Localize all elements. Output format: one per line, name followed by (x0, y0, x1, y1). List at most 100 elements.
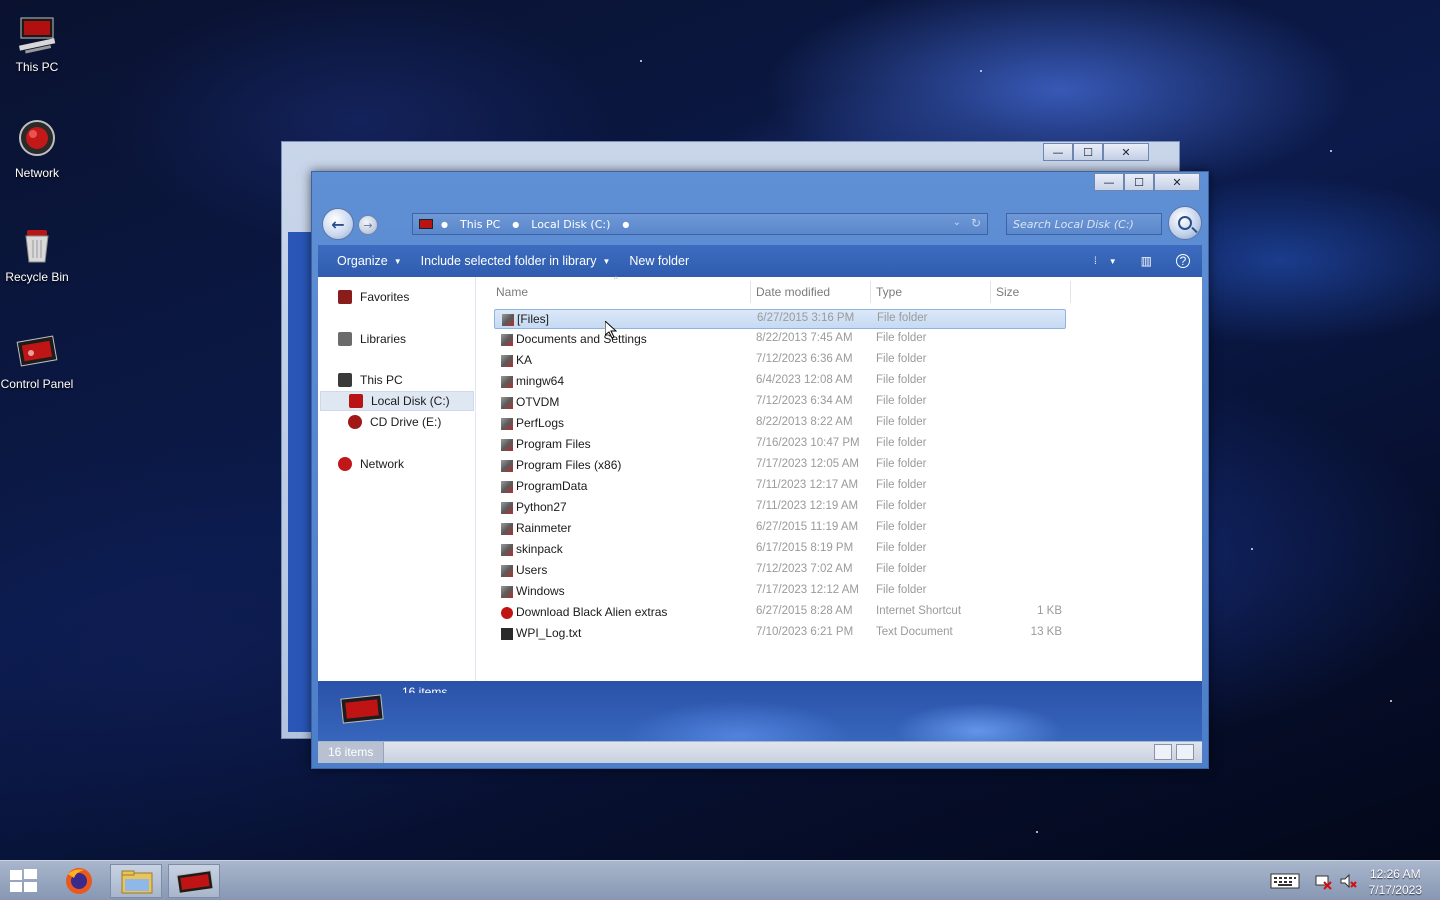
nav-item-this-pc[interactable]: This PC (338, 370, 403, 390)
column-header-size[interactable]: Size (996, 281, 1066, 303)
preview-pane-icon[interactable]: ▥ (1141, 254, 1152, 268)
view-options-icon[interactable]: ⁞ (1094, 256, 1097, 267)
file-size: 13 KB (1030, 626, 1062, 638)
minimize-button[interactable]: — (1094, 173, 1124, 191)
file-name: Users (516, 563, 548, 577)
wallpaper-star (980, 70, 982, 72)
file-row[interactable]: WPI_Log.txt 7/10/2023 6:21 PM Text Documen… (494, 624, 1066, 644)
file-row[interactable]: mingw64 6/4/2023 12:08 AM File folder (494, 372, 1066, 392)
file-row[interactable]: skinpack 6/17/2015 8:19 PM File folder (494, 540, 1066, 560)
control-panel-icon (176, 870, 214, 894)
breadcrumb-local-disk[interactable]: Local Disk (C:) (531, 218, 610, 231)
taskbar-file-explorer[interactable] (110, 864, 162, 898)
clock-date: 7/17/2023 (1368, 883, 1422, 897)
maximize-button[interactable]: ☐ (1073, 143, 1103, 161)
back-button[interactable]: ← (322, 208, 354, 240)
nav-item-favorites[interactable]: Favorites (338, 287, 409, 307)
include-label: Include selected folder in library (420, 254, 597, 268)
speaker-muted-icon[interactable] (1338, 869, 1358, 893)
file-row[interactable]: OTVDM 7/12/2023 6:34 AM File folder (494, 393, 1066, 413)
chevron-down-icon: ▼ (393, 256, 402, 266)
desktop-icon-recycle-bin[interactable]: Recycle Bin (0, 222, 77, 284)
wallpaper-star (640, 60, 642, 62)
column-separator[interactable] (870, 281, 871, 303)
address-dropdown-icon[interactable]: ⌄ (953, 217, 961, 228)
nav-label: Favorites (360, 290, 410, 304)
file-row[interactable]: ProgramData 7/11/2023 12:17 AM File folder (494, 477, 1066, 497)
new-folder-button[interactable]: New folder (629, 254, 689, 268)
help-icon[interactable]: ? (1176, 254, 1190, 268)
minimize-button[interactable]: — (1043, 143, 1073, 161)
navigation-bar: ← → ● This PC ● Local Disk (C:) ● ⌄ ↻ Se… (320, 206, 1202, 242)
file-row[interactable]: KA 7/12/2023 6:36 AM File folder (494, 351, 1066, 371)
file-type: File folder (876, 563, 927, 575)
internet-shortcut-icon (501, 607, 513, 619)
file-row[interactable]: Python27 7/11/2023 12:19 AM File folder (494, 498, 1066, 518)
folder-icon (501, 523, 513, 535)
nav-item-network[interactable]: Network (338, 454, 404, 474)
column-header-date[interactable]: Date modified (756, 281, 870, 303)
nav-item-local-disk[interactable]: Local Disk (C:) (320, 391, 474, 411)
file-row[interactable]: Download Black Alien extras 6/27/2015 8:2… (494, 603, 1066, 623)
view-controls: ⁞ ▼ ▥ ? (1082, 245, 1202, 277)
keyboard-icon[interactable] (1270, 869, 1300, 893)
view-dropdown-icon[interactable]: ▼ (1109, 257, 1117, 266)
column-separator[interactable] (990, 281, 991, 303)
caption-buttons: — ☐ ✕ (1094, 173, 1200, 191)
file-row[interactable]: [Files] 6/27/2015 3:16 PM File folder (494, 309, 1066, 329)
column-separator[interactable] (750, 281, 751, 303)
firefox-icon (66, 868, 92, 894)
address-bar[interactable]: ● This PC ● Local Disk (C:) ● ⌄ ↻ (412, 213, 988, 235)
taskbar-firefox[interactable] (54, 864, 106, 898)
start-button[interactable] (10, 869, 38, 893)
wallpaper-star (1251, 548, 1253, 550)
file-date: 7/11/2023 12:19 AM (756, 500, 859, 512)
include-in-library-button[interactable]: Include selected folder in library ▼ (421, 254, 611, 268)
file-name: Documents and Settings (516, 332, 647, 346)
close-button[interactable]: ✕ (1154, 173, 1200, 191)
folder-icon (501, 334, 513, 346)
explorer-window[interactable]: — ☐ ✕ ← → ● This PC ● Local Disk (C:) ● … (311, 171, 1209, 769)
desktop-icon-this-pc[interactable]: This PC (0, 12, 77, 74)
file-row[interactable]: Users 7/12/2023 7:02 AM File folder (494, 561, 1066, 581)
file-row[interactable]: Documents and Settings 8/22/2013 7:45 AM F… (494, 330, 1066, 350)
file-type: File folder (876, 374, 927, 386)
file-date: 6/17/2015 8:19 PM (756, 542, 854, 554)
file-type: File folder (876, 500, 927, 512)
close-button[interactable]: ✕ (1103, 143, 1149, 161)
column-header-name[interactable]: Name (496, 281, 750, 303)
file-row[interactable]: Windows 7/17/2023 12:12 AM File folder (494, 582, 1066, 602)
breadcrumb-this-pc[interactable]: This PC (460, 218, 500, 231)
file-type: File folder (876, 584, 927, 596)
forward-button[interactable]: → (358, 215, 378, 235)
search-button[interactable] (1168, 206, 1202, 240)
details-view-icon[interactable] (1154, 744, 1172, 760)
file-row[interactable]: Rainmeter 6/27/2015 11:19 AM File folder (494, 519, 1066, 539)
nav-label: Local Disk (C:) (371, 394, 450, 408)
file-row[interactable]: PerfLogs 8/22/2013 8:22 AM File folder (494, 414, 1066, 434)
refresh-icon[interactable]: ↻ (971, 216, 981, 230)
file-type: Text Document (876, 626, 953, 638)
desktop-icon-control-panel[interactable]: Control Panel (0, 329, 77, 391)
organize-button[interactable]: Organize ▼ (337, 254, 402, 268)
desktop-icon-network[interactable]: Network (0, 118, 77, 180)
chevron-down-icon: ▼ (602, 256, 611, 266)
file-name: Rainmeter (516, 521, 572, 535)
column-separator[interactable] (1070, 281, 1071, 303)
file-name: [Files] (517, 312, 550, 326)
explorer-content: Favorites Libraries This PC Local Disk (… (318, 275, 1202, 681)
folder-icon (501, 586, 513, 598)
file-date: 7/16/2023 10:47 PM (756, 437, 860, 449)
network-disconnected-icon[interactable] (1313, 869, 1333, 893)
nav-item-cd-drive[interactable]: CD Drive (E:) (348, 412, 441, 432)
file-row[interactable]: Program Files 7/16/2023 10:47 PM File fold… (494, 435, 1066, 455)
taskbar-clock[interactable]: 12:26 AM 7/17/2023 (1369, 866, 1422, 898)
large-icons-view-icon[interactable] (1176, 744, 1194, 760)
taskbar-control-panel[interactable] (168, 864, 220, 898)
maximize-button[interactable]: ☐ (1124, 173, 1154, 191)
breadcrumb-separator-icon[interactable]: ● (622, 220, 629, 229)
column-header-type[interactable]: Type (876, 281, 990, 303)
file-row[interactable]: Program Files (x86) 7/17/2023 12:05 AM Fil… (494, 456, 1066, 476)
nav-item-libraries[interactable]: Libraries (338, 329, 406, 349)
search-input[interactable]: Search Local Disk (C:) (1006, 213, 1162, 235)
